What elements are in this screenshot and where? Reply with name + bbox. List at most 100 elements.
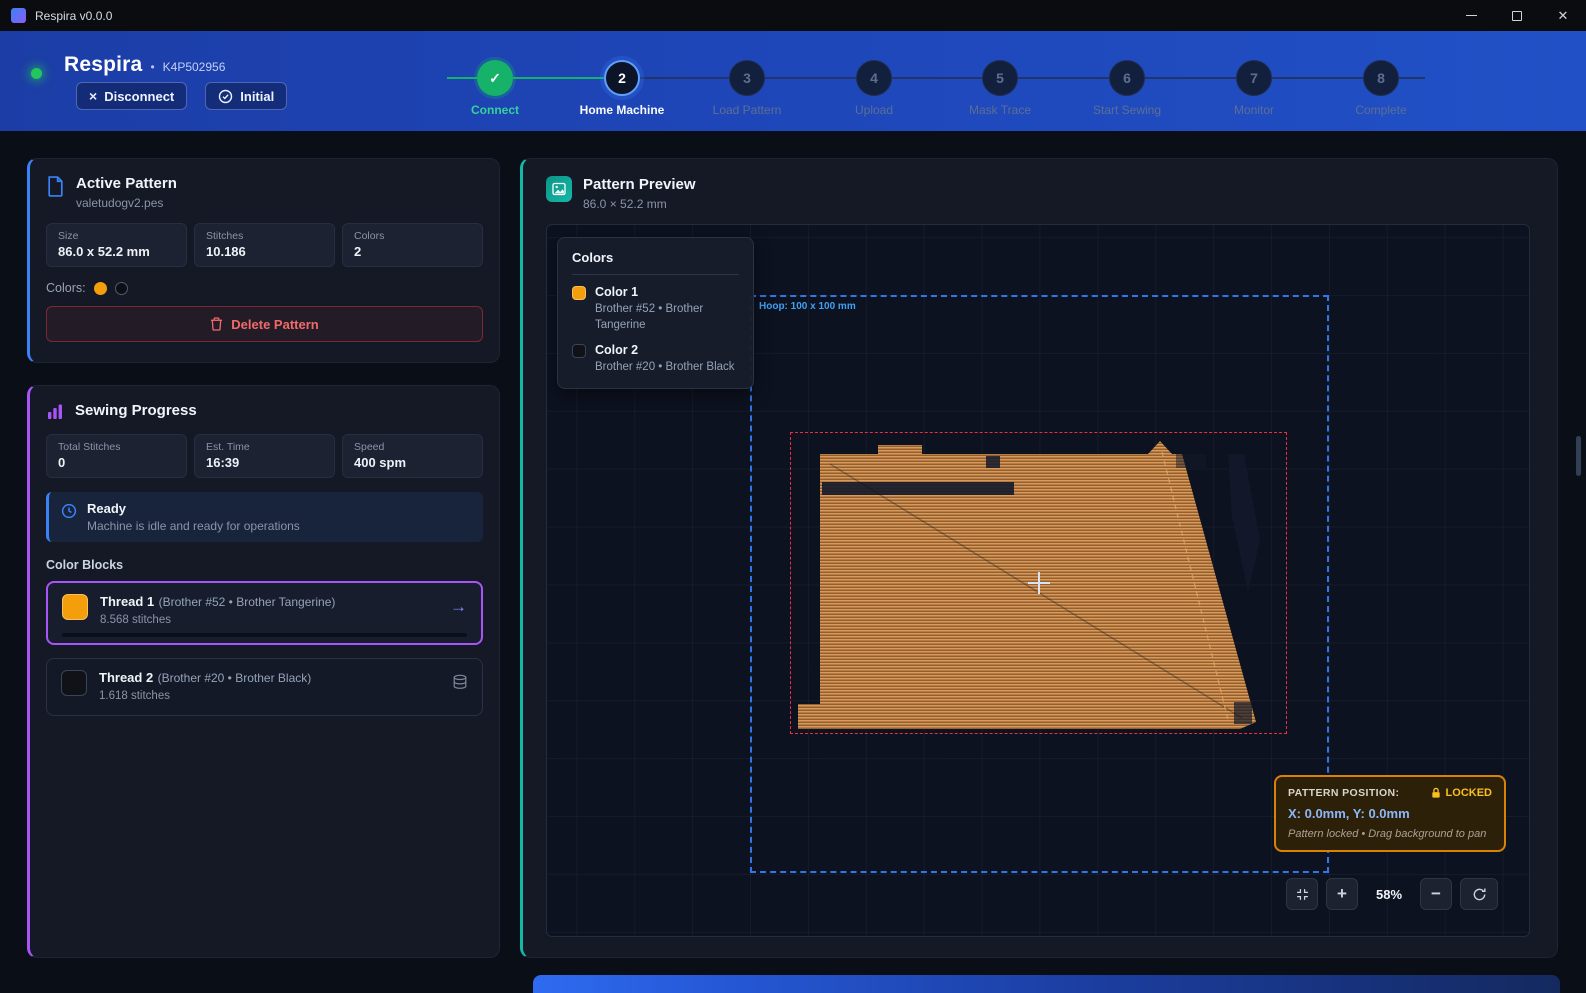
legend-color-name: Color 2 — [595, 343, 735, 357]
hoop-label: Hoop: 100 x 100 mm — [759, 301, 856, 312]
step-circle-connect[interactable]: ✓ — [477, 60, 513, 96]
thread-detail: (Brother #52 • Brother Tangerine) — [159, 595, 336, 609]
center-crosshair — [1038, 572, 1040, 594]
legend-swatch — [572, 286, 586, 300]
step-check-icon: ✓ — [489, 70, 501, 87]
zoom-reset-button[interactable] — [1460, 878, 1498, 910]
trash-icon — [210, 317, 223, 331]
zoom-fit-button[interactable] — [1286, 878, 1318, 910]
step-connector — [1145, 77, 1236, 79]
step-circle-upload[interactable]: 4 — [856, 60, 892, 96]
stat-label: Stitches — [206, 230, 323, 242]
stat-value: 0 — [58, 455, 175, 470]
stat-value: 400 spm — [354, 455, 471, 470]
window-scrollbar[interactable] — [1576, 436, 1581, 476]
stat-label: Size — [58, 230, 175, 242]
color-dot-black — [115, 282, 128, 295]
status-description: Machine is idle and ready for operations — [87, 519, 300, 533]
step-connector — [1018, 77, 1109, 79]
stat-label: Est. Time — [206, 441, 323, 453]
stat-size: Size 86.0 x 52.2 mm — [46, 223, 187, 267]
step-label-monitor: Monitor — [1184, 103, 1324, 117]
step-number: 8 — [1377, 70, 1385, 86]
step-circle-start-sewing[interactable]: 6 — [1109, 60, 1145, 96]
app-window: Respira v0.0.0 ✕ Respira • K4P502956 × D… — [0, 0, 1586, 993]
step-connector — [765, 77, 856, 79]
refresh-icon — [1472, 887, 1487, 902]
divider — [572, 274, 739, 275]
close-icon: ✕ — [1558, 8, 1569, 24]
footer-accent-bar — [533, 975, 1560, 993]
position-label: PATTERN POSITION: — [1288, 787, 1399, 799]
step-connector — [640, 77, 729, 79]
color-dot-orange — [94, 282, 107, 295]
colors-legend: Colors Color 1 Brother #52 • Brother Tan… — [557, 237, 754, 389]
plus-icon: + — [1337, 884, 1347, 904]
step-circle-complete[interactable]: 8 — [1363, 60, 1399, 96]
step-label-connect: Connect — [425, 103, 565, 117]
position-coordinates: X: 0.0mm, Y: 0.0mm — [1288, 806, 1492, 821]
thread-stitch-count: 1.618 stitches — [99, 690, 440, 702]
active-pattern-card: Active Pattern valetudogv2.pes Size 86.0… — [27, 158, 500, 363]
delete-pattern-label: Delete Pattern — [231, 317, 318, 332]
step-label-start-sewing: Start Sewing — [1057, 103, 1197, 117]
zoom-out-button[interactable]: − — [1420, 878, 1452, 910]
step-label-complete: Complete — [1311, 103, 1451, 117]
machine-status-banner: Ready Machine is idle and ready for oper… — [46, 492, 483, 542]
step-number: 3 — [743, 70, 751, 86]
pattern-position-overlay: PATTERN POSITION: LOCKED X: 0.0mm, Y: 0.… — [1274, 775, 1506, 852]
thread-name: Thread 1 — [100, 594, 154, 609]
minus-icon: − — [1431, 884, 1441, 904]
pattern-filename: valetudogv2.pes — [76, 196, 177, 210]
stat-est-time: Est. Time 16:39 — [194, 434, 335, 478]
step-number: 4 — [870, 70, 878, 86]
stat-value: 2 — [354, 244, 471, 259]
step-number: 6 — [1123, 70, 1131, 86]
stat-label: Total Stitches — [58, 441, 175, 453]
thread-progress-bar — [62, 633, 467, 637]
step-circle-load-pattern[interactable]: 3 — [729, 60, 765, 96]
thread-name: Thread 2 — [99, 670, 153, 685]
step-circle-home-machine[interactable]: 2 — [604, 60, 640, 96]
step-connector — [513, 77, 604, 79]
legend-color-description: Brother #20 • Brother Black — [595, 360, 735, 376]
step-number: 2 — [618, 70, 626, 86]
colors-label: Colors: — [46, 281, 86, 295]
step-number: 5 — [996, 70, 1004, 86]
sewing-progress-card: Sewing Progress Total Stitches 0 Est. Ti… — [27, 385, 500, 958]
zoom-controls: + 58% − — [1286, 878, 1498, 910]
card-title: Sewing Progress — [75, 402, 197, 419]
lock-state: LOCKED — [1446, 787, 1492, 799]
step-number: 7 — [1250, 70, 1258, 86]
preview-canvas[interactable]: Hoop: 100 x 100 mm — [546, 224, 1530, 937]
zoom-in-button[interactable]: + — [1326, 878, 1358, 910]
layers-stack-icon — [452, 674, 468, 690]
app-icon — [11, 8, 26, 23]
stat-colors: Colors 2 — [342, 223, 483, 267]
delete-pattern-button[interactable]: Delete Pattern — [46, 306, 483, 342]
thread-detail: (Brother #20 • Brother Black) — [158, 671, 312, 685]
step-connector — [447, 77, 477, 79]
card-title: Pattern Preview — [583, 176, 696, 193]
titlebar[interactable]: Respira v0.0.0 ✕ — [0, 0, 1586, 31]
pattern-preview-card: Pattern Preview 86.0 × 52.2 mm Hoop: 100… — [520, 158, 1558, 958]
card-title: Active Pattern — [76, 175, 177, 192]
status-title: Ready — [87, 501, 300, 516]
position-hint: Pattern locked • Drag background to pan — [1288, 828, 1492, 840]
thread-row-1[interactable]: Thread 1 (Brother #52 • Brother Tangerin… — [46, 581, 483, 645]
step-circle-monitor[interactable]: 7 — [1236, 60, 1272, 96]
stat-label: Colors — [354, 230, 471, 242]
window-title: Respira v0.0.0 — [35, 9, 112, 23]
step-circle-mask-trace[interactable]: 5 — [982, 60, 1018, 96]
close-button[interactable]: ✕ — [1540, 0, 1586, 31]
stat-value: 86.0 x 52.2 mm — [58, 244, 175, 259]
pattern-dimensions: 86.0 × 52.2 mm — [583, 197, 696, 211]
minimize-button[interactable] — [1448, 0, 1494, 31]
stat-value: 16:39 — [206, 455, 323, 470]
thread-stitch-count: 8.568 stitches — [100, 614, 438, 626]
legend-color-description: Brother #52 • Brother Tangerine — [595, 302, 739, 333]
thread-row-2[interactable]: Thread 2 (Brother #20 • Brother Black) 1… — [46, 658, 483, 716]
maximize-button[interactable] — [1494, 0, 1540, 31]
thread-color-swatch — [62, 594, 88, 620]
legend-swatch — [572, 344, 586, 358]
